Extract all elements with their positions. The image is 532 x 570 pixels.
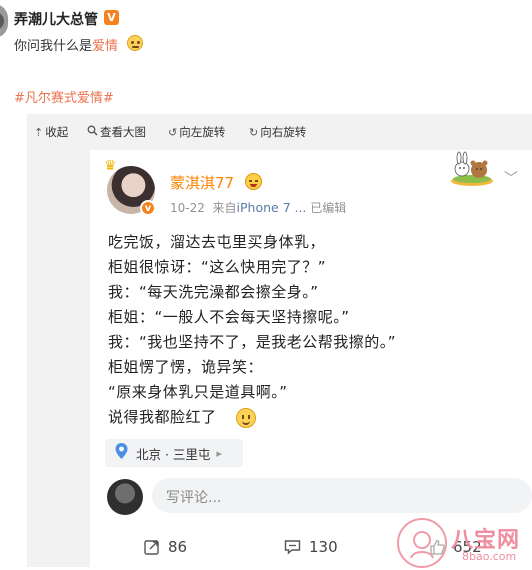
forward-icon: [144, 539, 160, 555]
grin-emoji-icon: [245, 173, 262, 190]
comment-count: 130: [309, 538, 338, 556]
inner-text-line: 吃完饭，溜达去屯里买身体乳，: [108, 233, 326, 251]
rotate-left-label: 向左旋转: [179, 125, 226, 139]
author-name[interactable]: 弄潮儿大总管: [14, 9, 98, 29]
commenter-avatar: [107, 479, 143, 515]
magnifier-icon: [87, 125, 98, 139]
watermark-url: 8bao.com: [462, 550, 517, 563]
chevron-down-icon: ﹀: [504, 171, 518, 187]
inner-text-line: 柜姐：“一般人不会每天坚持擦呢。”: [108, 308, 350, 326]
collapse-button[interactable]: ⇡ 收起: [34, 124, 68, 140]
view-large-label: 查看大图: [100, 125, 146, 139]
location-text: 北京 · 三里屯: [136, 446, 211, 462]
rotate-right-label: 向右旋转: [260, 125, 307, 139]
author-avatar[interactable]: [0, 4, 8, 38]
inner-device: iPhone 7: [236, 200, 291, 215]
rotate-left-button[interactable]: ↺ 向左旋转: [168, 124, 225, 140]
post-text-prefix: 你问我什么是: [14, 39, 93, 54]
comment-icon: [284, 539, 301, 555]
inner-meta: 10-22 来自iPhone 7 ... 已编辑: [170, 199, 346, 216]
inner-text-line: 我：“我也坚持不了，是我老公帮我擦的。”: [108, 333, 397, 351]
location-pin-icon: [115, 443, 128, 463]
inner-edited: 已编辑: [310, 201, 347, 215]
post-text-highlight[interactable]: 爱情: [92, 39, 118, 54]
inner-text-line: 我：“每天洗完澡都会擦全身。”: [108, 283, 319, 301]
inner-username: 蒙淇淇77: [170, 174, 235, 192]
inner-source-prefix: 来自: [212, 201, 237, 215]
rotate-left-icon: ↺: [168, 125, 178, 139]
inner-text-line: 柜姐很惊讶：“这么快用完了？”: [108, 258, 327, 276]
forward-action: 86: [144, 538, 187, 556]
crown-icon: ♛: [104, 158, 117, 174]
post-text: 你问我什么是爱情: [14, 35, 118, 54]
inner-text-line: “原来身体乳只是道具啊。”: [108, 383, 288, 401]
comment-placeholder: 写评论...: [166, 490, 222, 506]
chevron-right-icon: ▸: [216, 446, 222, 460]
inner-text-line: 说得我都脸红了: [108, 408, 217, 426]
smile-emoji-icon: [236, 408, 256, 428]
confused-emoji-icon: [127, 35, 143, 51]
watermark-logo-icon: [397, 518, 447, 568]
inner-date: 10-22: [170, 201, 205, 215]
inner-text-line: 柜姐愣了愣，诡异笑：: [108, 358, 264, 376]
verified-badge-icon: V: [104, 10, 119, 25]
rabbit-bear-sticker-icon: [451, 151, 493, 186]
rotate-right-button[interactable]: ↻ 向右旋转: [249, 124, 306, 140]
topic-link[interactable]: #凡尔赛式爱情#: [14, 87, 114, 106]
forward-count: 86: [168, 538, 188, 556]
rotate-right-icon: ↻: [249, 125, 259, 139]
collapse-up-icon: ⇡: [34, 125, 44, 139]
location-tag: 北京 · 三里屯 ▸: [105, 439, 243, 467]
collapse-label: 收起: [45, 125, 69, 139]
comment-action: 130: [284, 538, 338, 556]
inner-verified-icon: v: [140, 200, 156, 216]
view-large-button[interactable]: 查看大图: [87, 124, 146, 140]
inner-source-suffix: ...: [294, 200, 307, 215]
